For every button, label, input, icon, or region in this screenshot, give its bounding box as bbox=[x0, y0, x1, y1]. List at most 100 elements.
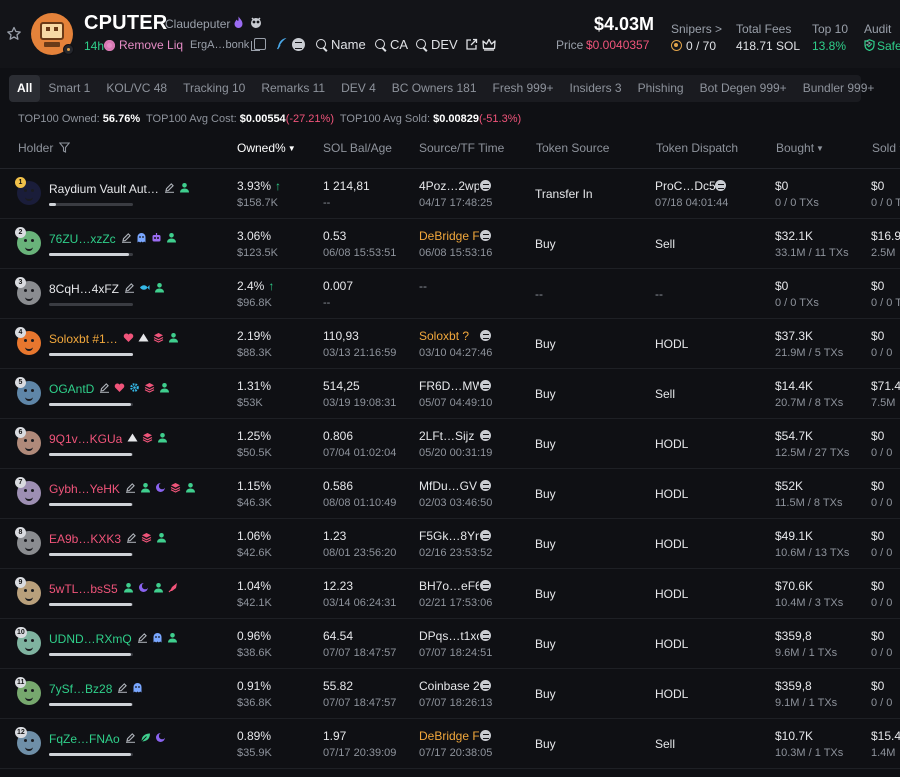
funding-source[interactable]: MfDu…GV bbox=[419, 479, 479, 493]
avatar[interactable]: 10 bbox=[15, 627, 41, 655]
holder-address[interactable]: Soloxbt #1… bbox=[49, 332, 118, 346]
solscan-icon[interactable] bbox=[480, 230, 491, 241]
tab-smart[interactable]: Smart 1 bbox=[40, 75, 98, 102]
edit-pencil-icon[interactable] bbox=[137, 632, 148, 643]
solscan-icon[interactable] bbox=[480, 380, 491, 391]
avatar[interactable]: 1 bbox=[15, 177, 41, 205]
table-row[interactable]: 11 7ySf…Bz28 0.91% $36.8K 55.82 07/07 18… bbox=[0, 669, 900, 719]
solscan-icon[interactable] bbox=[480, 480, 491, 491]
col-sol[interactable]: SOL Bal/Age bbox=[323, 141, 392, 155]
feather-icon[interactable] bbox=[276, 37, 288, 50]
solscan-icon[interactable] bbox=[480, 730, 491, 741]
funding-source[interactable]: FR6D…MW bbox=[419, 379, 479, 393]
col-token-dispatch[interactable]: Token Dispatch bbox=[656, 141, 738, 155]
funding-source[interactable]: DPqs…t1xc bbox=[419, 629, 479, 643]
holder-address[interactable]: 7ySf…Bz28 bbox=[49, 682, 112, 696]
edit-pencil-icon[interactable] bbox=[117, 682, 128, 693]
col-sold[interactable]: Sold▼ bbox=[872, 141, 900, 155]
tab-bundler[interactable]: Bundler 999+ bbox=[795, 75, 883, 102]
solscan-icon[interactable] bbox=[480, 330, 491, 341]
avatar[interactable]: 4 bbox=[15, 327, 41, 355]
star-icon[interactable] bbox=[6, 26, 22, 42]
avatar[interactable]: 12 bbox=[15, 727, 41, 755]
solscan-icon[interactable] bbox=[480, 430, 491, 441]
table-row[interactable]: 6 9Q1v…KGUa 1.25% $50.5K 0.806 07/04 01:… bbox=[0, 419, 900, 469]
crown-icon[interactable] bbox=[482, 38, 496, 51]
col-holder[interactable]: Holder bbox=[18, 141, 70, 155]
funding-source[interactable]: -- bbox=[419, 279, 479, 293]
avatar[interactable]: 3 bbox=[15, 277, 41, 305]
table-row[interactable]: 1 Raydium Vault Aut… 3.93% ↑ $158.7K 1 21… bbox=[0, 169, 900, 219]
snipers-link[interactable]: Snipers > bbox=[671, 22, 722, 36]
funding-source[interactable]: DeBridge F bbox=[419, 729, 479, 743]
funding-source[interactable]: Soloxbt ? bbox=[419, 329, 479, 343]
edit-pencil-icon[interactable] bbox=[121, 232, 132, 243]
avatar[interactable]: 2 bbox=[15, 227, 41, 255]
table-row[interactable]: 4 Soloxbt #1… 2.19% $88.3K 110,93 03/13 … bbox=[0, 319, 900, 369]
holder-address[interactable]: 5wTL…bsS5 bbox=[49, 582, 118, 596]
funding-source[interactable]: F5Gk…8Yn bbox=[419, 529, 479, 543]
solscan-icon[interactable] bbox=[480, 680, 491, 691]
table-row[interactable]: 8 EA9b…KXK3 1.06% $42.6K 1.23 08/01 23:5… bbox=[0, 519, 900, 569]
avatar[interactable]: 6 bbox=[15, 427, 41, 455]
search-ca-button[interactable]: CA bbox=[375, 37, 408, 52]
remove-liq-badge[interactable]: Remove Liq bbox=[104, 38, 183, 52]
tab-insiders[interactable]: Insiders 3 bbox=[562, 75, 630, 102]
tab-tracking[interactable]: Tracking 10 bbox=[175, 75, 253, 102]
funding-source[interactable]: DeBridge F bbox=[419, 229, 479, 243]
edit-pencil-icon[interactable] bbox=[164, 182, 175, 193]
solscan-icon[interactable] bbox=[480, 530, 491, 541]
tab-phishing[interactable]: Phishing bbox=[630, 75, 692, 102]
tab-bot-degen[interactable]: Bot Degen 999+ bbox=[692, 75, 795, 102]
tab-dev[interactable]: DEV 4 bbox=[333, 75, 384, 102]
edit-pencil-icon[interactable] bbox=[125, 482, 136, 493]
col-bought[interactable]: Bought ▼ bbox=[776, 141, 824, 155]
tab-remarks[interactable]: Remarks 11 bbox=[253, 75, 333, 102]
table-row[interactable]: 5 OGAntD 1.31% $53K 514,25 03/19 19:08:3… bbox=[0, 369, 900, 419]
avatar[interactable]: 9 bbox=[15, 577, 41, 605]
solscan-icon[interactable] bbox=[480, 180, 491, 191]
table-row[interactable]: 7 Gybh…YeHK 1.15% $46.3K 0.586 08/08 01:… bbox=[0, 469, 900, 519]
col-owned[interactable]: Owned% ▼ bbox=[237, 141, 296, 155]
holder-address[interactable]: 9Q1v…KGUa bbox=[49, 432, 122, 446]
table-row[interactable]: 12 FqZe…FNAo 0.89% $35.9K 1.97 07/17 20:… bbox=[0, 719, 900, 769]
tab-all[interactable]: All bbox=[9, 75, 41, 102]
tab-kol-vc[interactable]: KOL/VC 48 bbox=[98, 75, 175, 102]
solscan-icon[interactable] bbox=[292, 38, 305, 51]
table-row[interactable]: 2 76ZU…xzZc 3.06% $123.5K 0.53 06/08 15:… bbox=[0, 219, 900, 269]
funding-source[interactable]: 4Poz…2wp bbox=[419, 179, 479, 193]
edit-pencil-icon[interactable] bbox=[124, 282, 135, 293]
edit-pencil-icon[interactable] bbox=[126, 532, 137, 543]
edit-pencil-icon[interactable] bbox=[125, 732, 136, 743]
table-row[interactable]: 3 8CqH…4xFZ 2.4% ↑ $96.8K 0.007 -- -- -- … bbox=[0, 269, 900, 319]
funding-source[interactable]: 2LFt…Sijz bbox=[419, 429, 479, 443]
holder-address[interactable]: 76ZU…xzZc bbox=[49, 232, 116, 246]
tab-fresh[interactable]: Fresh 999+ bbox=[485, 75, 562, 102]
funding-source[interactable]: BH7o…eF6 bbox=[419, 579, 479, 593]
holder-address[interactable]: FqZe…FNAo bbox=[49, 732, 120, 746]
holder-address[interactable]: Raydium Vault Aut… bbox=[49, 182, 159, 196]
avatar[interactable]: 5 bbox=[15, 377, 41, 405]
holder-address[interactable]: Gybh…YeHK bbox=[49, 482, 120, 496]
search-name-button[interactable]: Name bbox=[316, 37, 366, 52]
avatar[interactable]: 7 bbox=[15, 477, 41, 505]
holder-address[interactable]: EA9b…KXK3 bbox=[49, 532, 121, 546]
table-row[interactable]: 10 UDND…RXmQ 0.96% $38.6K 64.54 07/07 18… bbox=[0, 619, 900, 669]
holder-address[interactable]: 8CqH…4xFZ bbox=[49, 282, 119, 296]
avatar[interactable]: 8 bbox=[15, 527, 41, 555]
table-row[interactable]: 9 5wTL…bsS5 1.04% $42.1K 12.23 03/14 06:… bbox=[0, 569, 900, 619]
copy-icon[interactable] bbox=[251, 38, 266, 51]
edit-pencil-icon[interactable] bbox=[99, 382, 110, 393]
filter-icon[interactable] bbox=[58, 142, 70, 153]
col-source[interactable]: Source/TF Time bbox=[419, 141, 504, 155]
holder-address[interactable]: UDND…RXmQ bbox=[49, 632, 132, 646]
solscan-icon[interactable] bbox=[480, 580, 491, 591]
solscan-icon[interactable] bbox=[480, 630, 491, 641]
external-link-icon[interactable] bbox=[465, 38, 478, 51]
tab-bc-owners[interactable]: BC Owners 181 bbox=[384, 75, 485, 102]
funding-source[interactable]: Coinbase 2 bbox=[419, 679, 479, 693]
holder-address[interactable]: OGAntD bbox=[49, 382, 94, 396]
col-token-source[interactable]: Token Source bbox=[536, 141, 609, 155]
avatar[interactable]: 11 bbox=[15, 677, 41, 705]
solscan-icon[interactable] bbox=[715, 180, 726, 191]
